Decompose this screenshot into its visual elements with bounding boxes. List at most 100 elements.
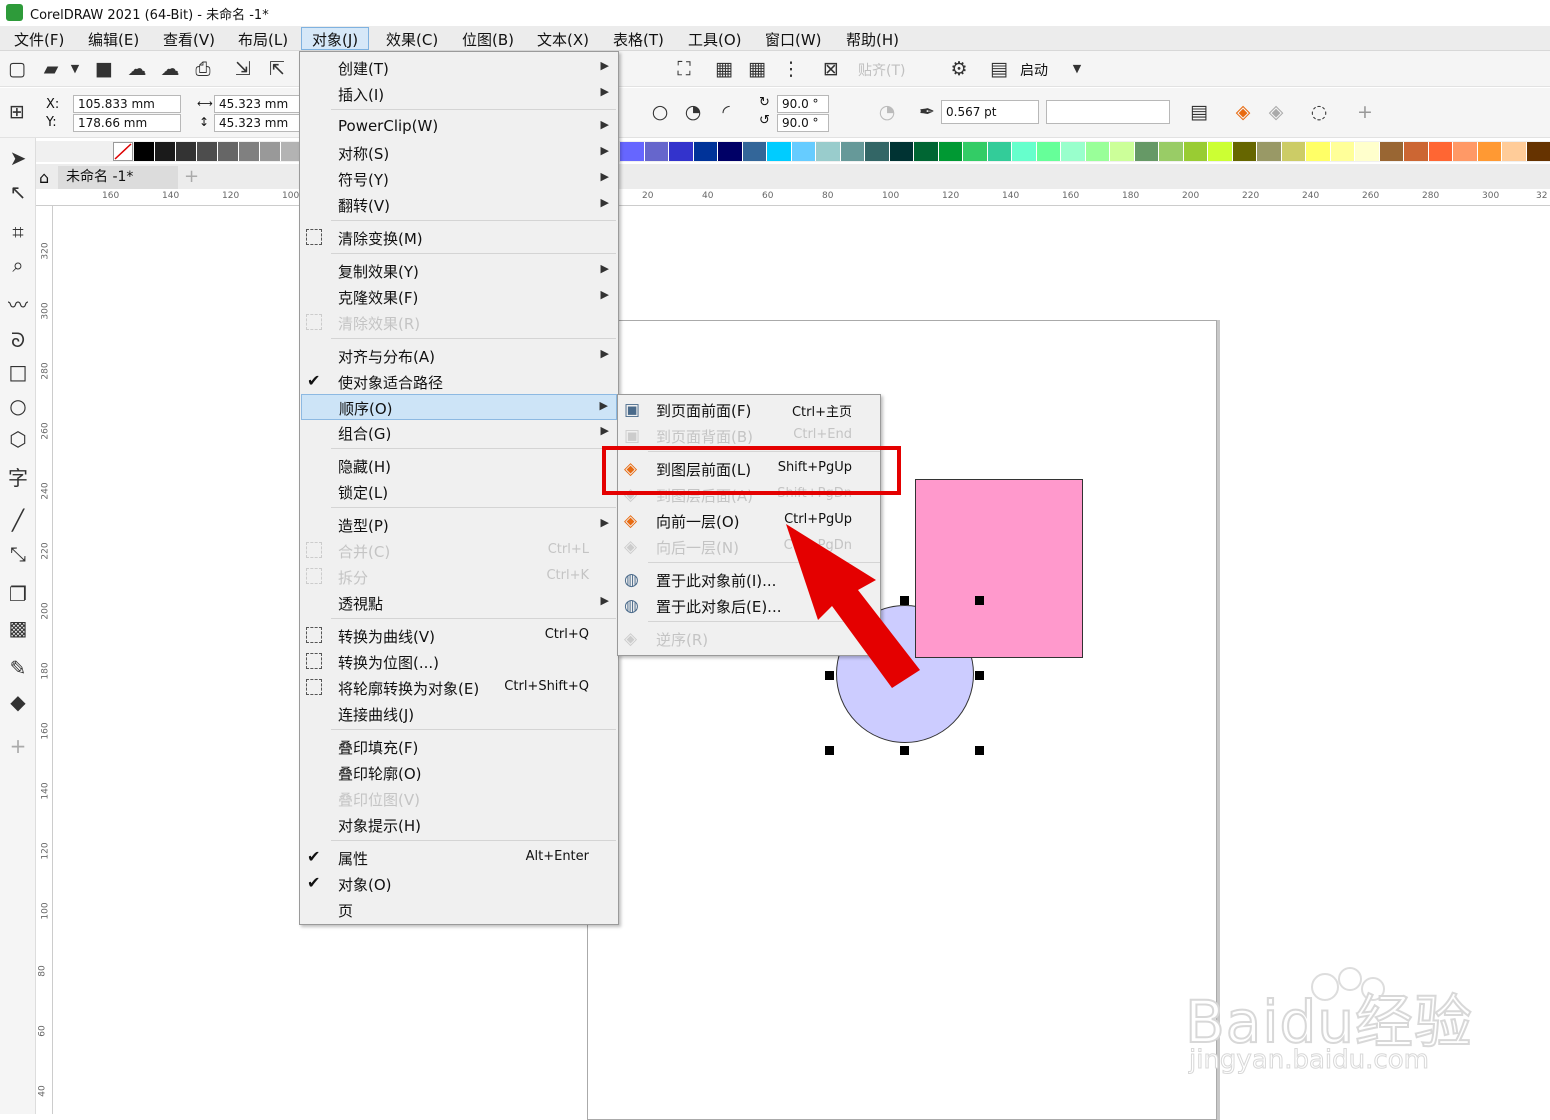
export-icon[interactable]: ⇱ — [266, 58, 288, 80]
color-swatch[interactable] — [1233, 142, 1258, 161]
save-icon[interactable]: ■ — [93, 58, 115, 80]
pink-rectangle-shape[interactable] — [915, 479, 1083, 658]
color-swatch[interactable] — [239, 142, 260, 161]
color-swatch[interactable] — [1208, 142, 1233, 161]
menu-item[interactable]: 对齐与分布(A)▶ — [301, 343, 617, 369]
convert-to-curves-icon[interactable]: ◌ — [1308, 101, 1330, 123]
rectangle-tool-icon[interactable]: □ — [6, 360, 30, 384]
add-tool-icon[interactable]: + — [6, 734, 30, 758]
menu-item[interactable]: 透視點▶ — [301, 590, 617, 616]
new-tab-icon[interactable]: + — [184, 166, 199, 187]
color-swatch[interactable] — [260, 142, 281, 161]
menu-item[interactable]: ✔使对象适合路径 — [301, 369, 617, 395]
menu-item[interactable]: 转换为曲线(V)Ctrl+Q — [301, 623, 617, 649]
color-swatch[interactable] — [1061, 142, 1086, 161]
rulers-icon[interactable]: ▦ — [713, 58, 735, 80]
ellipse-tool-icon[interactable]: ○ — [6, 394, 30, 418]
submenu-item[interactable]: ▣到页面前面(F)Ctrl+主页 — [618, 397, 880, 423]
menu-item[interactable]: 造型(P)▶ — [301, 512, 617, 538]
color-swatch[interactable] — [1282, 142, 1307, 161]
color-swatch[interactable] — [1306, 142, 1331, 161]
color-swatch[interactable] — [988, 142, 1013, 161]
grid-icon[interactable]: ▦ — [746, 58, 768, 80]
color-swatch[interactable] — [963, 142, 988, 161]
height-field[interactable]: 45.323 mm — [214, 114, 300, 132]
color-swatch[interactable] — [620, 142, 645, 161]
menu-item[interactable]: 锁定(L) — [301, 479, 617, 505]
zoom-tool-icon[interactable]: ⌕ — [6, 253, 30, 277]
color-swatch[interactable] — [1135, 142, 1160, 161]
color-swatch[interactable] — [718, 142, 743, 161]
menu-item[interactable]: 对称(S)▶ — [301, 140, 617, 166]
menu-item[interactable]: 顺序(O)▶ — [301, 394, 617, 420]
selection-handle[interactable] — [825, 746, 834, 755]
color-swatch[interactable] — [743, 142, 768, 161]
color-swatch[interactable] — [1527, 142, 1550, 161]
menu-view[interactable]: 查看(V) — [163, 29, 215, 50]
color-swatch[interactable] — [1355, 142, 1380, 161]
eyedropper-icon[interactable]: ✎ — [6, 656, 30, 680]
menu-effects[interactable]: 效果(C) — [386, 29, 438, 50]
color-swatch[interactable] — [914, 142, 939, 161]
cloud-upload-icon[interactable]: ☁ — [159, 58, 181, 80]
menu-item[interactable]: 插入(I)▶ — [301, 81, 617, 107]
menu-text[interactable]: 文本(X) — [537, 29, 589, 50]
menu-item[interactable]: PowerClip(W)▶ — [301, 114, 617, 140]
line-style-dropdown[interactable] — [1046, 100, 1170, 124]
selection-handle[interactable] — [975, 671, 984, 680]
color-swatch[interactable] — [939, 142, 964, 161]
menu-item[interactable]: ✔属性Alt+Enter — [301, 845, 617, 871]
add-icon[interactable]: + — [1354, 101, 1376, 123]
menu-help[interactable]: 帮助(H) — [846, 29, 899, 50]
no-color-swatch[interactable] — [113, 142, 133, 161]
menu-item[interactable]: 叠印轮廓(O) — [301, 760, 617, 786]
snap-off-icon[interactable]: ⊠ — [820, 58, 842, 80]
menu-item[interactable]: 叠印填充(F) — [301, 734, 617, 760]
menu-item[interactable]: 页 — [301, 897, 617, 923]
full-screen-icon[interactable]: ⛶ — [673, 58, 695, 80]
parallel-dimension-icon[interactable]: ╱ — [6, 508, 30, 532]
menu-item[interactable]: 组合(G)▶ — [301, 420, 617, 446]
end-angle-field[interactable]: 90.0 ° — [777, 114, 829, 132]
menu-item[interactable]: 创建(T)▶ — [301, 55, 617, 81]
selection-handle[interactable] — [900, 746, 909, 755]
ellipse-icon[interactable]: ○ — [649, 101, 671, 123]
color-swatch[interactable] — [767, 142, 792, 161]
color-swatch[interactable] — [792, 142, 817, 161]
color-swatch[interactable] — [1331, 142, 1356, 161]
menu-item[interactable]: 翻转(V)▶ — [301, 192, 617, 218]
start-angle-field[interactable]: 90.0 ° — [777, 95, 829, 113]
selection-handle[interactable] — [975, 746, 984, 755]
color-swatch[interactable] — [1478, 142, 1503, 161]
open-folder-icon[interactable]: ▰ — [40, 58, 62, 80]
menu-item[interactable]: 隐藏(H) — [301, 453, 617, 479]
menu-table[interactable]: 表格(T) — [613, 29, 664, 50]
chevron-down-icon[interactable]: ▼ — [64, 58, 86, 80]
menu-bitmaps[interactable]: 位图(B) — [462, 29, 514, 50]
connector-tool-icon[interactable]: ⤡ — [6, 542, 30, 566]
color-swatch[interactable] — [1429, 142, 1454, 161]
menu-file[interactable]: 文件(F) — [14, 29, 64, 50]
color-swatch[interactable] — [1502, 142, 1527, 161]
menu-item[interactable]: 清除变换(M) — [301, 225, 617, 251]
launch-icon[interactable]: ▤ — [988, 58, 1010, 80]
color-swatch[interactable] — [841, 142, 866, 161]
cloud-download-icon[interactable]: ☁ — [126, 58, 148, 80]
x-position-field[interactable]: 105.833 mm — [73, 95, 181, 113]
color-swatch[interactable] — [1086, 142, 1111, 161]
menu-item[interactable]: 转换为位图(...) — [301, 649, 617, 675]
shape-tool-icon[interactable]: ↖ — [6, 180, 30, 204]
menu-item[interactable]: 符号(Y)▶ — [301, 166, 617, 192]
interactive-fill-icon[interactable]: ◆ — [6, 690, 30, 714]
to-front-of-layer-icon[interactable]: ◈ — [1232, 101, 1254, 123]
menu-object[interactable]: 对象(J) — [301, 27, 369, 50]
artistic-media-icon[interactable]: ᘐ — [6, 328, 30, 352]
menu-item[interactable]: ✔对象(O) — [301, 871, 617, 897]
text-tool-icon[interactable]: 字 — [6, 466, 30, 490]
color-swatch[interactable] — [155, 142, 176, 161]
document-tab[interactable]: 未命名 -1* — [58, 166, 178, 189]
color-swatch[interactable] — [645, 142, 670, 161]
color-swatch[interactable] — [1110, 142, 1135, 161]
menu-layout[interactable]: 布局(L) — [238, 29, 288, 50]
print-icon[interactable]: ⎙ — [192, 58, 214, 80]
